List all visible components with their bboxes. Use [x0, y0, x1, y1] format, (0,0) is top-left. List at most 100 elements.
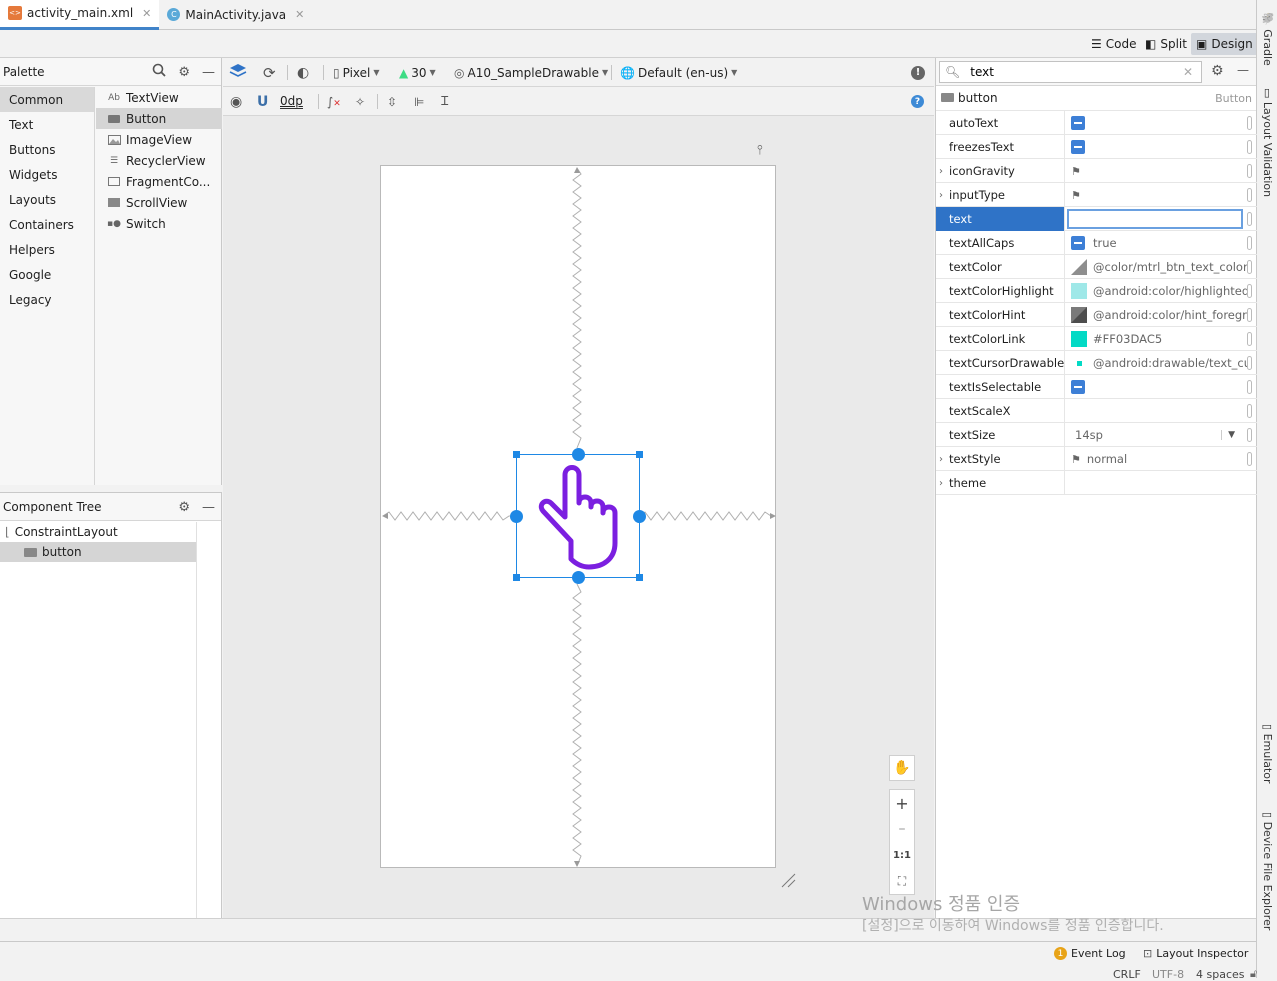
lock-icon[interactable]: 🔓︎ [1250, 967, 1257, 981]
indent-indicator[interactable]: 4 spaces [1196, 968, 1245, 981]
flag-icon[interactable]: ⚑ [1071, 453, 1081, 466]
guidelines-button[interactable]: ⇳ [387, 87, 397, 116]
design-blueprint-toggle[interactable] [229, 58, 247, 87]
clear-icon[interactable]: ✕ [1183, 65, 1193, 79]
pin-icon[interactable]: ⫯ [757, 143, 763, 158]
resource-picker-icon[interactable] [1247, 452, 1252, 466]
attr-row-textisselectable[interactable]: textIsSelectable [936, 375, 1257, 399]
clear-constraints-button[interactable]: ∫✕ [327, 87, 341, 116]
resource-picker-icon[interactable] [1247, 428, 1252, 442]
checkbox-indeterminate-icon[interactable] [1071, 140, 1085, 154]
selected-button-widget[interactable] [510, 448, 646, 584]
pan-hand-button[interactable]: ✋ [889, 755, 915, 781]
canvas-resize-grip[interactable] [780, 872, 796, 888]
attribute-search-input[interactable] [968, 64, 1169, 80]
infer-constraints-button[interactable]: ✧ [355, 87, 365, 116]
resource-picker-icon[interactable] [1247, 260, 1252, 274]
minimize-icon[interactable]: — [202, 500, 215, 515]
color-state-list-icon[interactable] [1071, 307, 1087, 323]
encoding-indicator[interactable]: UTF-8 [1152, 968, 1184, 981]
design-mode-button[interactable]: ▣ Design [1191, 33, 1258, 55]
gear-icon[interactable]: ⚙ [1211, 63, 1224, 79]
attribute-search-field[interactable]: 🔍︎ ✕ [939, 61, 1202, 83]
attr-row-text[interactable]: text [936, 207, 1257, 231]
view-options-button[interactable]: ◉ [230, 87, 242, 116]
top-constraint-anchor[interactable] [572, 448, 585, 461]
color-state-list-icon[interactable] [1071, 259, 1087, 275]
layout-validation-tool-button[interactable]: ▭ Layout Validation [1261, 88, 1274, 197]
tree-item-constraintlayout[interactable]: ⌊ ConstraintLayout [0, 522, 196, 542]
chevron-down-icon[interactable]: ▼ [1221, 430, 1235, 440]
palette-category-buttons[interactable]: Buttons [0, 137, 94, 162]
code-mode-button[interactable]: ☰ Code [1086, 33, 1142, 55]
api-level-selector[interactable]: ▲ 30 ▼ [399, 58, 436, 87]
baseline-button[interactable]: Ꮖ [441, 87, 449, 116]
orientation-button[interactable]: ⟳ [263, 58, 276, 87]
align-button[interactable]: ⊫ [414, 87, 424, 116]
palette-item-fragmentcontainer[interactable]: FragmentCo... [96, 171, 222, 192]
line-separator-indicator[interactable]: CRLF [1113, 968, 1141, 981]
emulator-tool-button[interactable]: ▯ Emulator [1261, 724, 1274, 784]
autoconnect-toggle[interactable]: U [257, 87, 268, 116]
palette-item-button[interactable]: Button [96, 108, 222, 129]
palette-category-widgets[interactable]: Widgets [0, 162, 94, 187]
palette-category-legacy[interactable]: Legacy [0, 287, 94, 312]
split-mode-button[interactable]: ◧ Split [1140, 33, 1192, 55]
resource-picker-icon[interactable] [1247, 212, 1252, 226]
drawable-icon[interactable] [1071, 360, 1087, 366]
attr-row-textsize[interactable]: textSize 14sp ▼ [936, 423, 1257, 447]
palette-item-textview[interactable]: Ab TextView [96, 87, 222, 108]
flag-icon[interactable]: ⚑ [1071, 189, 1081, 202]
device-file-explorer-tool-button[interactable]: ▯ Device File Explorer [1261, 812, 1274, 930]
chevron-right-icon[interactable]: › [939, 159, 943, 183]
attr-value[interactable]: 14sp [1075, 428, 1103, 442]
attr-row-textcursordrawable[interactable]: textCursorDrawable @android:drawable/tex… [936, 351, 1257, 375]
resource-picker-icon[interactable] [1247, 236, 1252, 250]
resource-picker-icon[interactable] [1247, 188, 1252, 202]
event-log-button[interactable]: 1 Event Log [1054, 947, 1126, 960]
gradle-tool-button[interactable]: 🐘 Gradle [1261, 12, 1274, 66]
zoom-out-button[interactable]: – [890, 816, 914, 842]
palette-item-imageview[interactable]: ImageView [96, 129, 222, 150]
attr-row-textstyle[interactable]: › textStyle ⚑ normal [936, 447, 1257, 471]
resize-handle[interactable] [636, 574, 643, 581]
attr-row-textcolorhint[interactable]: textColorHint @android:color/hint_foregr… [936, 303, 1257, 327]
help-button[interactable]: ? [911, 87, 924, 116]
resize-handle[interactable] [636, 451, 643, 458]
attr-row-textscalex[interactable]: textScaleX [936, 399, 1257, 423]
resource-picker-icon[interactable] [1247, 140, 1252, 154]
palette-category-containers[interactable]: Containers [0, 212, 94, 237]
resource-picker-icon[interactable] [1247, 284, 1252, 298]
textscalex-value[interactable] [1064, 399, 1247, 423]
resize-handle[interactable] [513, 451, 520, 458]
warnings-button[interactable]: ! [911, 58, 925, 87]
checkbox-indeterminate-icon[interactable] [1071, 116, 1085, 130]
tab-mainactivity-java[interactable]: C MainActivity.java ✕ [159, 0, 312, 30]
resource-picker-icon[interactable] [1247, 332, 1252, 346]
resource-picker-icon[interactable] [1247, 404, 1252, 418]
palette-item-recyclerview[interactable]: ☰ RecyclerView [96, 150, 222, 171]
default-margins-button[interactable]: 0dp [280, 87, 303, 116]
palette-item-switch[interactable]: ▪● Switch [96, 213, 222, 234]
checkbox-indeterminate-icon[interactable] [1071, 236, 1085, 250]
layout-inspector-button[interactable]: ⊡ Layout Inspector [1143, 947, 1248, 960]
theme-selector[interactable]: ◎ A10_SampleDrawable ▼ [454, 58, 608, 87]
left-constraint-anchor[interactable] [510, 510, 523, 523]
bottom-constraint-anchor[interactable] [572, 571, 585, 584]
resource-picker-icon[interactable] [1247, 116, 1252, 130]
night-mode-button[interactable]: ◐ [297, 58, 309, 87]
attr-row-inputtype[interactable]: › inputType ⚑ [936, 183, 1257, 207]
close-icon[interactable]: ✕ [142, 7, 151, 20]
palette-item-scrollview[interactable]: ScrollView [96, 192, 222, 213]
close-icon[interactable]: ✕ [295, 8, 304, 21]
checkbox-indeterminate-icon[interactable] [1071, 380, 1085, 394]
minimize-icon[interactable]: — [202, 65, 215, 80]
color-swatch[interactable] [1071, 283, 1087, 299]
chevron-right-icon[interactable]: › [939, 471, 943, 495]
attr-row-icongravity[interactable]: › iconGravity ⚑ [936, 159, 1257, 183]
attr-row-textcolor[interactable]: textColor @color/mtrl_btn_text_color_ [936, 255, 1257, 279]
locale-selector[interactable]: 🌐 Default (en-us) ▼ [620, 58, 737, 87]
gear-icon[interactable]: ⚙ [178, 65, 190, 80]
gear-icon[interactable]: ⚙ [178, 500, 190, 515]
text-value-input[interactable] [1067, 209, 1243, 229]
